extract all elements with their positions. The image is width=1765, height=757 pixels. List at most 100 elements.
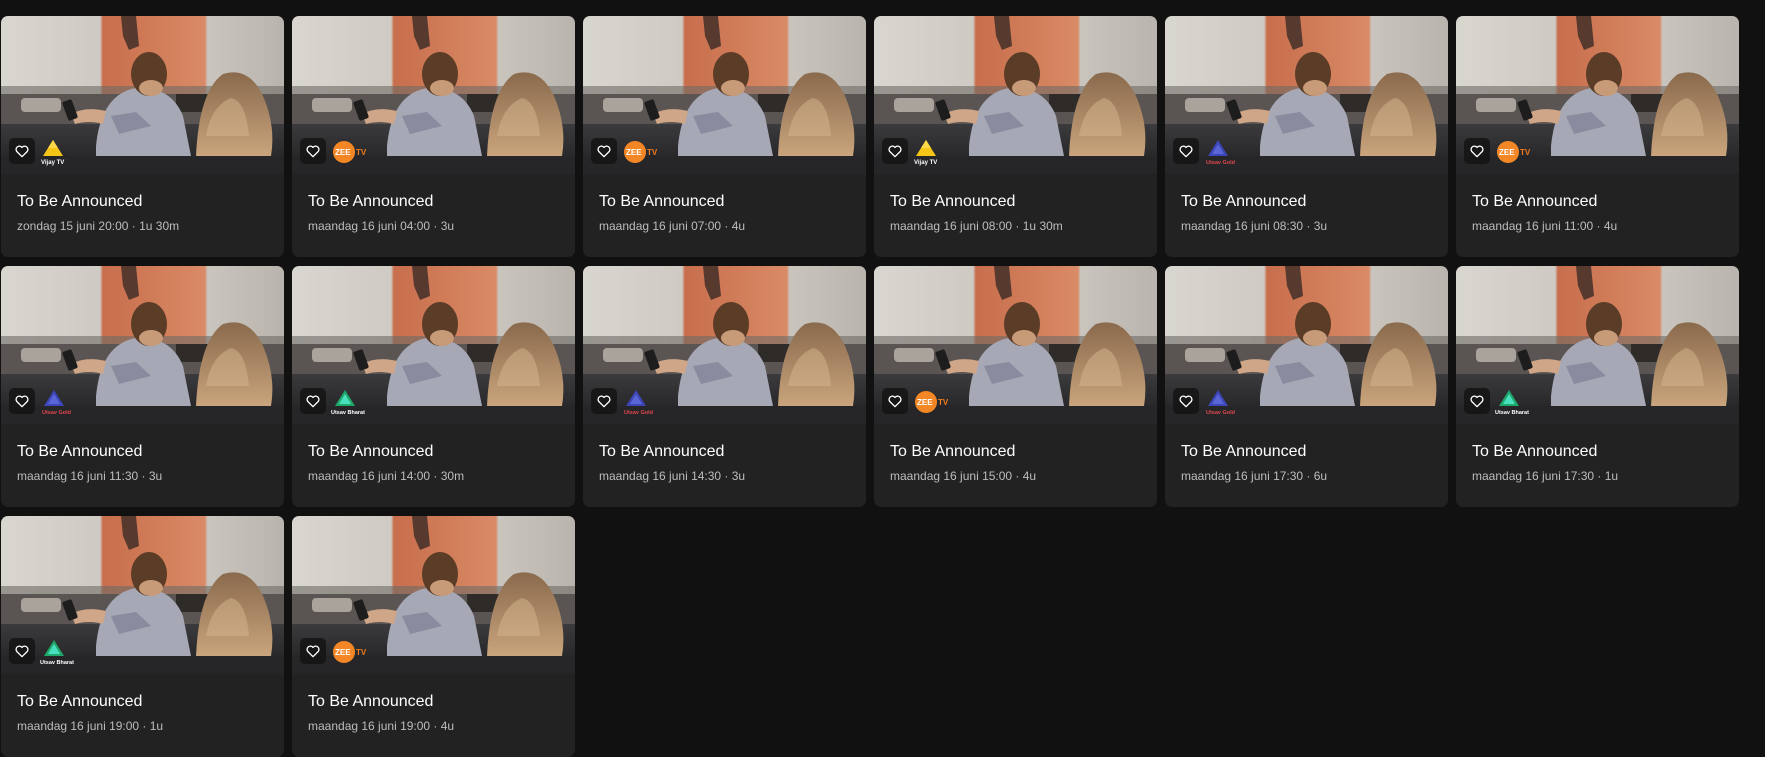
svg-text:TV: TV <box>356 148 367 157</box>
zee-tv-logo: ZEE TV <box>624 141 658 163</box>
program-schedule: maandag 16 juni 19:00 · 1u <box>17 719 164 733</box>
program-schedule: maandag 16 juni 08:00 · 1u 30m <box>890 219 1063 233</box>
program-thumbnail[interactable]: Utsav Gold Utsav Gold <box>583 266 866 424</box>
favorite-button[interactable] <box>882 138 908 164</box>
zee-tv-logo: ZEE TV <box>915 391 949 413</box>
heart-outline-icon <box>1179 395 1193 408</box>
utsav-bharat-logo: Utsav Bharat <box>1495 390 1529 416</box>
program-card[interactable]: ZEE TV ZEE TV To Be Announced maandag 16… <box>583 16 866 257</box>
program-thumbnail[interactable]: Utsav Gold Utsav Gold <box>1165 16 1448 174</box>
program-card[interactable]: Vijay TV Vijay TV To Be Announced zondag… <box>1 16 284 257</box>
program-card[interactable]: Utsav Gold Utsav Gold To Be Announced ma… <box>1165 16 1448 257</box>
svg-text:Utsav Gold: Utsav Gold <box>624 410 653 416</box>
program-card[interactable]: Vijay TV Vijay TV To Be Announced maanda… <box>874 16 1157 257</box>
program-title: To Be Announced <box>890 443 1016 460</box>
program-info: To Be Announced maandag 16 juni 08:00 · … <box>874 174 1157 234</box>
svg-text:Vijay TV: Vijay TV <box>914 160 937 166</box>
program-schedule: maandag 16 juni 15:00 · 4u <box>890 469 1037 483</box>
program-card[interactable]: ZEE TV ZEE TV To Be Announced maandag 16… <box>874 266 1157 507</box>
heart-outline-icon <box>1470 145 1484 158</box>
utsav-gold-logo: Utsav Gold <box>1206 390 1235 416</box>
program-card[interactable]: ZEE TV ZEE TV To Be Announced maandag 16… <box>292 516 575 757</box>
program-title: To Be Announced <box>1181 193 1307 210</box>
heart-outline-icon <box>15 145 29 158</box>
program-thumbnail[interactable]: Utsav Bharat Utsav Bharat <box>292 266 575 424</box>
program-title: To Be Announced <box>308 693 434 710</box>
svg-text:Utsav Gold: Utsav Gold <box>1206 410 1235 416</box>
heart-outline-icon <box>306 645 320 658</box>
program-title: To Be Announced <box>1472 443 1598 460</box>
favorite-button[interactable] <box>9 388 35 414</box>
favorite-button[interactable] <box>1464 388 1490 414</box>
heart-outline-icon <box>888 395 902 408</box>
program-info: To Be Announced maandag 16 juni 04:00 · … <box>292 174 575 234</box>
favorite-button[interactable] <box>9 638 35 664</box>
program-thumbnail[interactable]: ZEE TV ZEE TV <box>583 16 866 174</box>
program-schedule: zondag 15 juni 20:00 · 1u 30m <box>17 219 180 233</box>
utsav-bharat-logo: Utsav Bharat <box>331 390 365 416</box>
favorite-button[interactable] <box>1173 138 1199 164</box>
program-thumbnail[interactable]: Utsav Gold Utsav Gold <box>1165 266 1448 424</box>
program-thumbnail[interactable]: Vijay TV Vijay TV <box>874 16 1157 174</box>
favorite-button[interactable] <box>1173 388 1199 414</box>
favorite-button[interactable] <box>591 138 617 164</box>
program-info: To Be Announced maandag 16 juni 17:30 · … <box>1456 424 1739 484</box>
program-thumbnail[interactable]: Utsav Bharat Utsav Bharat <box>1456 266 1739 424</box>
heart-outline-icon <box>1179 145 1193 158</box>
program-title: To Be Announced <box>308 193 434 210</box>
vijay-tv-logo: Vijay TV <box>41 140 64 166</box>
program-thumbnail[interactable]: ZEE TV ZEE TV <box>874 266 1157 424</box>
program-title: To Be Announced <box>308 443 434 460</box>
program-card[interactable]: ZEE TV ZEE TV To Be Announced maandag 16… <box>1456 16 1739 257</box>
utsav-bharat-logo: Utsav Bharat <box>40 640 74 666</box>
program-thumbnail[interactable]: Utsav Bharat Utsav Bharat <box>1 516 284 674</box>
program-info: To Be Announced maandag 16 juni 19:00 · … <box>292 674 575 734</box>
heart-outline-icon <box>597 395 611 408</box>
program-title: To Be Announced <box>1181 443 1307 460</box>
program-card[interactable]: Utsav Gold Utsav Gold To Be Announced ma… <box>583 266 866 507</box>
program-title: To Be Announced <box>599 443 725 460</box>
program-thumbnail[interactable]: ZEE TV ZEE TV <box>292 516 575 674</box>
program-title: To Be Announced <box>890 193 1016 210</box>
svg-text:TV: TV <box>647 148 658 157</box>
program-info: To Be Announced maandag 16 juni 14:30 · … <box>583 424 866 484</box>
program-card[interactable]: Utsav Bharat Utsav Bharat To Be Announce… <box>292 266 575 507</box>
zee-tv-logo: ZEE TV <box>333 141 367 163</box>
program-thumbnail[interactable]: ZEE TV ZEE TV <box>1456 16 1739 174</box>
favorite-button[interactable] <box>882 388 908 414</box>
program-info: To Be Announced zondag 15 juni 20:00 · 1… <box>1 174 284 234</box>
svg-text:TV: TV <box>356 648 367 657</box>
program-info: To Be Announced maandag 16 juni 08:30 · … <box>1165 174 1448 234</box>
program-thumbnail[interactable]: Utsav Gold Utsav Gold <box>1 266 284 424</box>
heart-outline-icon <box>306 395 320 408</box>
svg-text:ZEE: ZEE <box>626 148 642 157</box>
program-schedule: maandag 16 juni 17:30 · 1u <box>1472 469 1619 483</box>
svg-text:ZEE: ZEE <box>917 398 933 407</box>
favorite-button[interactable] <box>300 138 326 164</box>
program-info: To Be Announced maandag 16 juni 14:00 · … <box>292 424 575 484</box>
program-info: To Be Announced maandag 16 juni 11:30 · … <box>1 424 284 484</box>
svg-text:ZEE: ZEE <box>335 648 351 657</box>
favorite-button[interactable] <box>1464 138 1490 164</box>
program-card[interactable]: ZEE TV ZEE TV To Be Announced maandag 16… <box>292 16 575 257</box>
svg-text:Utsav Gold: Utsav Gold <box>42 410 71 416</box>
favorite-button[interactable] <box>300 638 326 664</box>
program-card[interactable]: Utsav Gold Utsav Gold To Be Announced ma… <box>1 266 284 507</box>
heart-outline-icon <box>15 645 29 658</box>
program-title: To Be Announced <box>17 193 143 210</box>
favorite-button[interactable] <box>591 388 617 414</box>
program-card[interactable]: Utsav Bharat Utsav Bharat To Be Announce… <box>1456 266 1739 507</box>
program-card[interactable]: Utsav Bharat Utsav Bharat To Be Announce… <box>1 516 284 757</box>
program-schedule: maandag 16 juni 04:00 · 3u <box>308 219 455 233</box>
program-card[interactable]: Utsav Gold Utsav Gold To Be Announced ma… <box>1165 266 1448 507</box>
program-thumbnail[interactable]: Vijay TV Vijay TV <box>1 16 284 174</box>
program-info: To Be Announced maandag 16 juni 19:00 · … <box>1 674 284 734</box>
program-thumbnail[interactable]: ZEE TV ZEE TV <box>292 16 575 174</box>
program-schedule: maandag 16 juni 19:00 · 4u <box>308 719 455 733</box>
program-title: To Be Announced <box>17 443 143 460</box>
zee-tv-logo: ZEE TV <box>1497 141 1531 163</box>
favorite-button[interactable] <box>300 388 326 414</box>
favorite-button[interactable] <box>9 138 35 164</box>
program-schedule: maandag 16 juni 08:30 · 3u <box>1181 219 1328 233</box>
heart-outline-icon <box>1470 395 1484 408</box>
